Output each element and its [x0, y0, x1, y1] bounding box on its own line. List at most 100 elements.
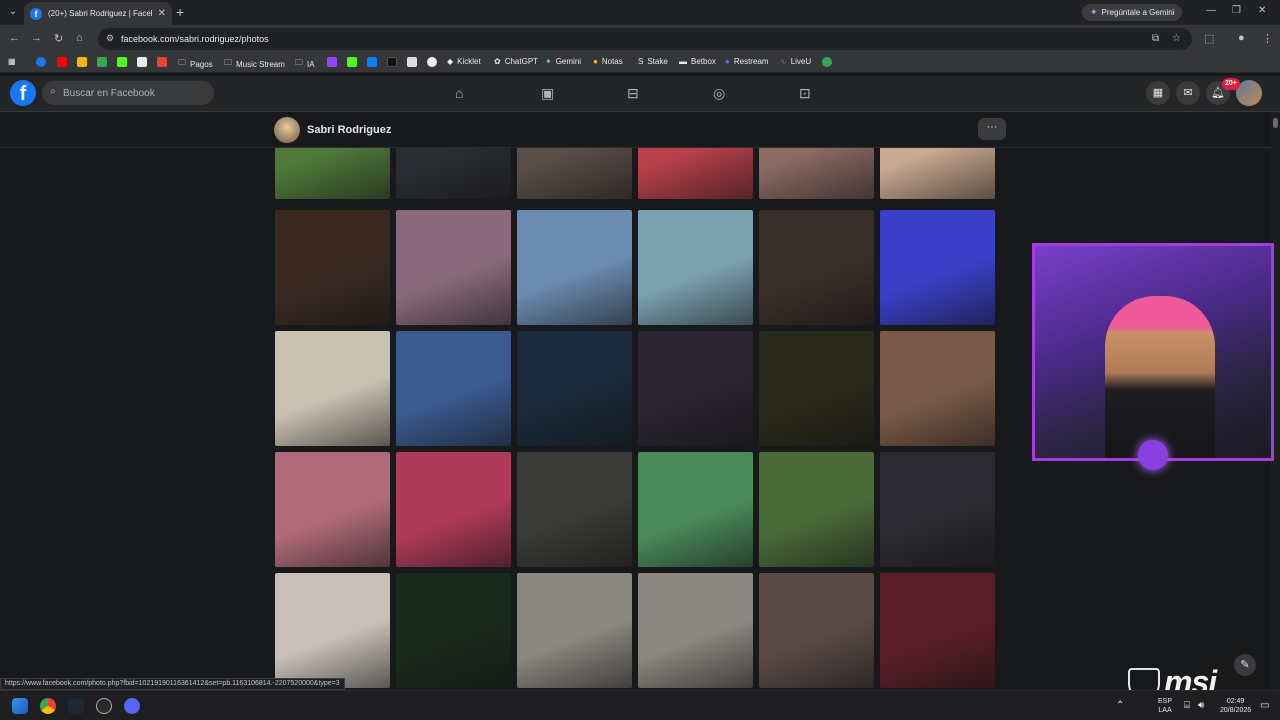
network-icon[interactable]: ⌸ [1184, 700, 1190, 711]
photo-thumbnail[interactable] [759, 148, 874, 199]
back-icon[interactable]: ← [9, 32, 20, 44]
scrollbar-thumb[interactable] [1273, 118, 1278, 128]
photo-thumbnail[interactable] [880, 331, 995, 446]
profile-name[interactable]: Sabri Rodriguez [307, 124, 391, 136]
compose-message-icon[interactable]: ✎ [1234, 654, 1256, 676]
windows-start-icon[interactable] [12, 698, 28, 714]
bookmark-betbox[interactable]: ▬ Betbox [679, 57, 716, 66]
menu-grid-icon[interactable]: ▦ [1146, 81, 1170, 105]
kick2-bookmark-icon[interactable] [347, 57, 357, 67]
bookmark-icon[interactable] [822, 57, 832, 67]
photo-thumbnail[interactable] [759, 573, 874, 688]
photo-thumbnail[interactable] [638, 148, 753, 199]
bookmark-stake[interactable]: S Stake [638, 57, 668, 66]
notification-center-icon[interactable]: ▭ [1260, 700, 1269, 711]
paypal-bookmark-icon[interactable] [137, 57, 147, 67]
drive-bookmark-icon[interactable] [97, 57, 107, 67]
restore-icon[interactable]: ❐ [1232, 5, 1241, 16]
bookmark-kicklet[interactable]: ◆ Kicklet [447, 57, 481, 66]
marketplace-nav-icon[interactable]: ⊟ [627, 85, 639, 102]
browser-tab[interactable]: f (20+) Sabri Rodriguez | Facebook ✕ [24, 2, 172, 25]
new-tab-icon[interactable]: + [176, 4, 184, 20]
bookmark-pagos[interactable]: 🗀 Pagos [178, 57, 213, 71]
facebook-bookmark-icon[interactable] [36, 57, 46, 67]
close-tab-icon[interactable]: ✕ [158, 8, 166, 19]
bookmark-liveu[interactable]: ∿ LiveU [780, 57, 811, 66]
meta-bookmark-icon[interactable] [367, 57, 377, 67]
close-window-icon[interactable]: ✕ [1258, 5, 1266, 16]
tab-search-icon[interactable]: ⌄ [6, 5, 20, 19]
install-app-icon[interactable]: ⧉ [1152, 33, 1159, 44]
groups-nav-icon[interactable]: ◎ [713, 85, 725, 102]
bookmark-gemini[interactable]: ✦ Gemini [545, 57, 581, 66]
facebook-logo-icon[interactable]: f [10, 80, 36, 106]
video-nav-icon[interactable]: ▣ [541, 85, 554, 102]
binance-bookmark-icon[interactable] [77, 57, 87, 67]
youtube-bookmark-icon[interactable] [57, 57, 67, 67]
discord-taskbar-icon[interactable] [124, 698, 140, 714]
volume-icon[interactable]: 🔊︎ [1198, 700, 1204, 711]
bookmark-music-stream[interactable]: 🗀 Music Stream [224, 57, 285, 71]
photo-thumbnail[interactable] [275, 573, 390, 688]
gaming-nav-icon[interactable]: ⊡ [799, 85, 811, 102]
kick-bookmark-icon[interactable] [117, 57, 127, 67]
gmail-bookmark-icon[interactable] [157, 57, 167, 67]
profile-avatar[interactable] [274, 117, 300, 143]
photo-thumbnail[interactable] [396, 210, 511, 325]
minimize-icon[interactable]: — [1206, 5, 1216, 16]
steam-taskbar-icon[interactable] [68, 698, 84, 714]
photo-thumbnail[interactable] [638, 573, 753, 688]
more-options-button[interactable]: ··· [978, 118, 1006, 140]
gemini-button[interactable]: ✦ Pregúntale a Gemini [1082, 4, 1183, 21]
photo-thumbnail[interactable] [517, 452, 632, 567]
photo-thumbnail[interactable] [396, 331, 511, 446]
tray-overflow-icon[interactable]: ⌃ [1116, 700, 1124, 711]
photo-thumbnail[interactable] [275, 148, 390, 199]
profile-icon[interactable]: ● [1238, 32, 1245, 44]
apps-icon[interactable]: ▦ [8, 57, 16, 66]
photo-thumbnail[interactable] [880, 452, 995, 567]
home-nav-icon[interactable]: ⌂ [455, 85, 463, 101]
photo-thumbnail[interactable] [275, 210, 390, 325]
url-field[interactable]: ⚙ facebook.com/sabri.rodriguez/photos ⧉ … [98, 28, 1192, 50]
clock[interactable]: 02:49 20/8/2026 [1220, 697, 1251, 715]
photo-thumbnail[interactable] [517, 331, 632, 446]
photo-thumbnail[interactable] [759, 331, 874, 446]
language-indicator[interactable]: ESP LAA [1158, 697, 1172, 715]
photo-thumbnail[interactable] [396, 452, 511, 567]
home-icon[interactable]: ⌂ [76, 32, 83, 44]
bookmark-icon[interactable] [427, 57, 437, 67]
reload-icon[interactable]: ↻ [54, 32, 63, 45]
photo-thumbnail[interactable] [517, 210, 632, 325]
obs-taskbar-icon[interactable] [96, 698, 112, 714]
twitch-bookmark-icon[interactable] [327, 57, 337, 67]
photo-thumbnail[interactable] [759, 210, 874, 325]
chrome-taskbar-icon[interactable] [40, 698, 56, 714]
messenger-icon[interactable]: ✉ [1176, 81, 1200, 105]
photo-thumbnail[interactable] [396, 573, 511, 688]
photo-thumbnail[interactable] [517, 573, 632, 688]
bookmark-restream[interactable]: ● Restream [725, 57, 769, 66]
photo-thumbnail[interactable] [638, 331, 753, 446]
photo-thumbnail[interactable] [880, 148, 995, 199]
browser-menu-icon[interactable]: ⋮ [1262, 32, 1273, 45]
bookmark-notas[interactable]: ● Notas [593, 57, 623, 66]
site-info-icon[interactable]: ⚙ [106, 33, 114, 44]
bookmark-star-icon[interactable]: ☆ [1172, 33, 1181, 44]
photo-thumbnail[interactable] [880, 573, 995, 688]
photo-thumbnail[interactable] [517, 148, 632, 199]
tiktok-bookmark-icon[interactable] [387, 57, 397, 67]
bookmark-icon[interactable] [407, 57, 417, 67]
bookmark-ia[interactable]: 🗀 IA [295, 57, 315, 71]
extensions-icon[interactable]: ⬚ [1204, 32, 1214, 45]
photo-thumbnail[interactable] [638, 452, 753, 567]
photo-thumbnail[interactable] [275, 452, 390, 567]
forward-icon[interactable]: → [31, 32, 42, 44]
photo-thumbnail[interactable] [638, 210, 753, 325]
bookmark-chatgpt[interactable]: ✿ ChatGPT [494, 57, 538, 66]
photo-thumbnail[interactable] [396, 148, 511, 199]
photo-thumbnail[interactable] [880, 210, 995, 325]
facebook-search-input[interactable]: ⌕ Buscar en Facebook [42, 81, 214, 105]
account-avatar[interactable] [1236, 80, 1262, 106]
photo-thumbnail[interactable] [759, 452, 874, 567]
